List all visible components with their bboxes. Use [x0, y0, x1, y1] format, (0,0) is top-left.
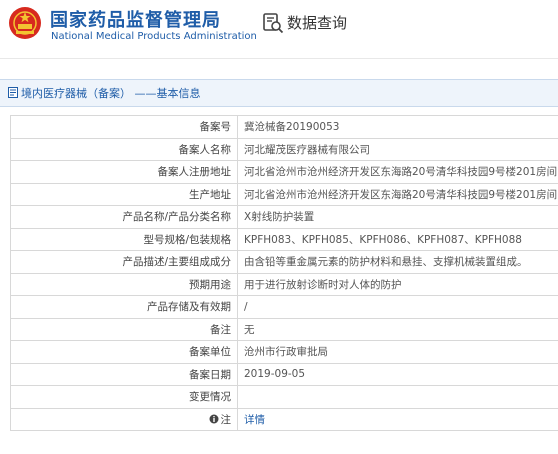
field-value: X射线防护装置 — [237, 205, 558, 229]
field-label-text: 备案单位 — [189, 346, 231, 359]
field-label-text: 备注 — [210, 323, 231, 336]
page-title: 数据查询 — [287, 14, 348, 32]
agency-name-cn: 国家药品监督管理局 — [50, 10, 221, 31]
table-row: 产品存储及有效期 / — [10, 295, 558, 319]
record-detail-table-wrap: 备案号 冀沧械备20190053 备案人名称 河北耀茂医疗器械有限公司 备案人注册地址河… — [10, 115, 558, 431]
spacer — [0, 58, 558, 79]
table-row: 备注无 — [10, 317, 558, 341]
record-detail-table: 备案号 冀沧械备20190053 备案人名称 河北耀茂医疗器械有限公司 备案人注册地址河… — [10, 115, 558, 431]
field-label: 注 — [10, 407, 238, 431]
field-value: 河北耀茂医疗器械有限公司 — [237, 137, 558, 161]
field-label-text: 备案号 — [199, 121, 232, 134]
document-icon — [8, 87, 18, 98]
national-emblem-icon — [9, 7, 41, 39]
table-row: 产品描述/主要组成成分 由含铅等重金属元素的防护材料和悬挂、支撑机械装置组成。 — [10, 250, 558, 274]
field-label: 备案人注册地址 — [10, 160, 238, 184]
table-row: 型号规格/包装规格 KPFH083、KPFH085、KPFH086、KPFH087… — [10, 227, 558, 251]
field-label: 备案人名称 — [10, 137, 238, 161]
field-label-text: 型号规格/包装规格 — [143, 233, 231, 246]
field-label-text: 备案人注册地址 — [157, 166, 232, 179]
table-row: 备案号 冀沧械备20190053 — [10, 115, 558, 139]
table-row: 备案单位 沧州市行政审批局 — [10, 340, 558, 364]
details-link[interactable]: 详情 — [244, 414, 265, 426]
field-label: 备案日期 — [10, 362, 238, 386]
field-label-text: 预期用途 — [189, 278, 231, 291]
field-label: 产品存储及有效期 — [10, 295, 238, 319]
field-value: 用于进行放射诊断时对人体的防护 — [237, 272, 558, 296]
field-value: 河北省沧州市沧州经济开发区东海路20号清华科技园9号楼201房间 — [237, 182, 558, 206]
field-value: 由含铅等重金属元素的防护材料和悬挂、支撑机械装置组成。 — [237, 250, 558, 274]
field-label-text: 产品名称/产品分类名称 — [122, 211, 231, 224]
table-row: 产品名称/产品分类名称 X射线防护装置 — [10, 205, 558, 229]
site-header: 国家药品监督管理局 National Medical Products Admi… — [0, 0, 558, 58]
field-label-text: 变更情况 — [189, 391, 231, 404]
field-label-text: 注 — [220, 413, 232, 426]
field-value — [237, 385, 558, 409]
field-value: 沧州市行政审批局 — [237, 340, 558, 364]
table-row: 预期用途 用于进行放射诊断时对人体的防护 — [10, 272, 558, 296]
table-row: 变更情况 — [10, 385, 558, 409]
field-value: 河北省沧州市沧州经济开发区东海路20号清华科技园9号楼201房间 — [237, 160, 558, 184]
field-value: KPFH083、KPFH085、KPFH086、KPFH087、KPFH088 — [237, 227, 558, 251]
field-value: 2019-09-05 — [237, 362, 558, 386]
agency-name-en: National Medical Products Administration — [51, 31, 257, 42]
field-label: 备案号 — [10, 115, 238, 139]
table-row: 生产地址 河北省沧州市沧州经济开发区东海路20号清华科技园9号楼201房间 — [10, 182, 558, 206]
table-row: 注详情 — [10, 407, 558, 431]
field-label-text: 备案人名称 — [178, 143, 232, 156]
field-value: 无 — [237, 317, 558, 341]
field-label: 备注 — [10, 317, 238, 341]
field-label: 预期用途 — [10, 272, 238, 296]
breadcrumb: 境内医疗器械（备案） ——基本信息 — [0, 79, 558, 107]
field-value: / — [237, 295, 558, 319]
field-label-text: 生产地址 — [189, 188, 231, 201]
table-row: 备案人注册地址 河北省沧州市沧州经济开发区东海路20号清华科技园9号楼201房间 — [10, 160, 558, 184]
breadcrumb-link[interactable]: 境内医疗器械（备案） ——基本信息 — [21, 85, 201, 101]
field-label: 备案单位 — [10, 340, 238, 364]
field-label-text: 备案日期 — [189, 368, 231, 381]
field-label: 型号规格/包装规格 — [10, 227, 238, 251]
field-value: 冀沧械备20190053 — [237, 115, 558, 139]
table-row: 备案人名称 河北耀茂医疗器械有限公司 — [10, 137, 558, 161]
field-label-text: 产品描述/主要组成成分 — [122, 256, 231, 269]
field-label: 产品名称/产品分类名称 — [10, 205, 238, 229]
field-label: 变更情况 — [10, 385, 238, 409]
field-label: 生产地址 — [10, 182, 238, 206]
field-value: 详情 — [237, 407, 558, 431]
field-label-text: 产品存储及有效期 — [147, 301, 231, 314]
field-label: 产品描述/主要组成成分 — [10, 250, 238, 274]
data-query-icon — [263, 13, 284, 34]
info-icon — [209, 414, 218, 424]
table-row: 备案日期 2019-09-05 — [10, 362, 558, 386]
